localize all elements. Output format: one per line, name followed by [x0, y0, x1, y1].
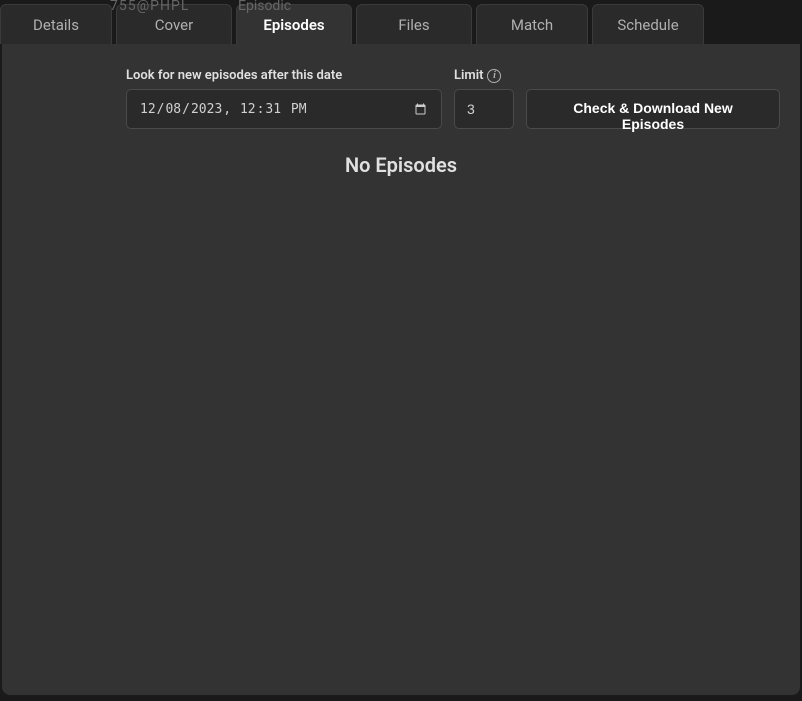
limit-field-group: Limit i — [454, 68, 514, 129]
date-field-group: Look for new episodes after this date — [126, 68, 442, 129]
limit-input[interactable] — [454, 89, 514, 129]
limit-label: Limit i — [454, 68, 514, 83]
episodes-panel: Look for new episodes after this date Li… — [2, 44, 800, 695]
breadcrumb-hint-1: 755@PHPL — [110, 0, 189, 14]
tab-details[interactable]: Details — [0, 4, 112, 44]
tab-schedule[interactable]: Schedule — [592, 4, 704, 44]
no-episodes-message: No Episodes — [22, 153, 780, 177]
tab-match[interactable]: Match — [476, 4, 588, 44]
tab-files[interactable]: Files — [356, 4, 472, 44]
controls-row: Look for new episodes after this date Li… — [126, 68, 780, 129]
breadcrumb-hint-2: Episodic — [238, 0, 291, 14]
date-label: Look for new episodes after this date — [126, 68, 442, 83]
date-input[interactable] — [126, 89, 442, 129]
check-download-button[interactable]: Check & Download New Episodes — [526, 89, 780, 129]
info-icon[interactable]: i — [487, 69, 501, 83]
limit-label-text: Limit — [454, 68, 483, 83]
